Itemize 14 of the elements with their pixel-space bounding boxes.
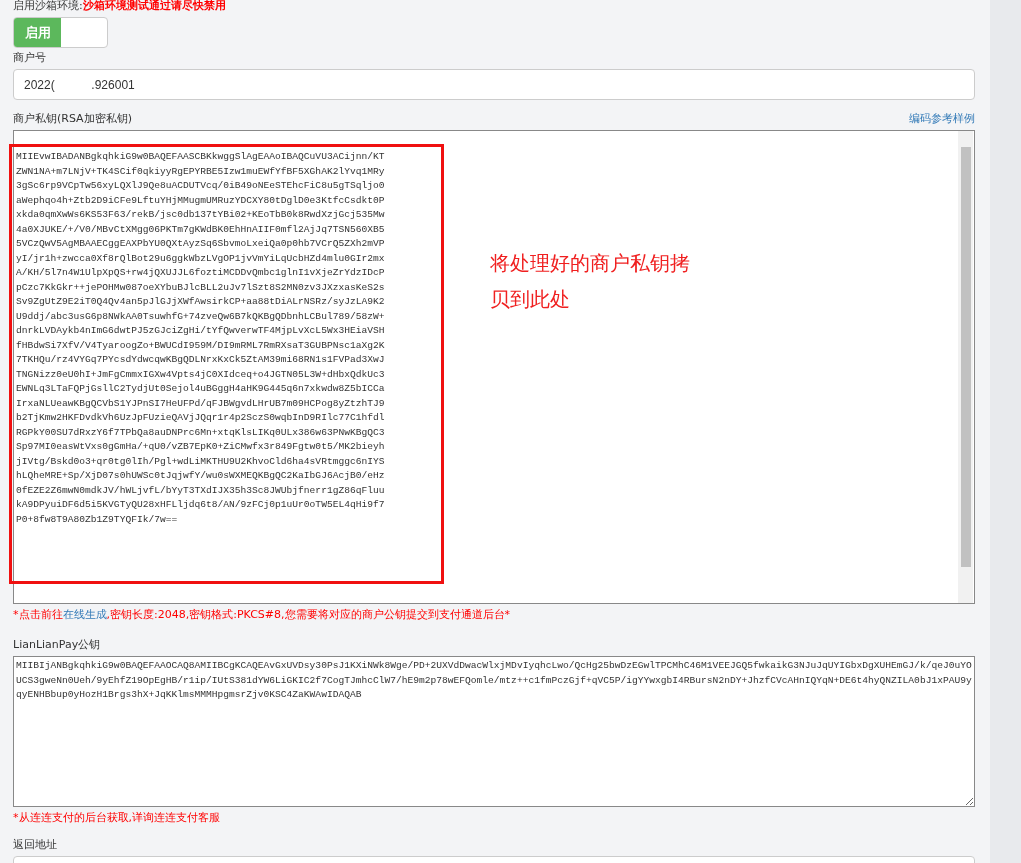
hint-text: *点击前往: [13, 607, 63, 622]
sample-link[interactable]: 编码参考样例: [909, 111, 975, 126]
public-key-field[interactable]: MIIBIjANBgkqhkiG9w0BAQEFAAOCAQ8AMIIBCgKCAQEAvGxUVDsy30PsJ1KXiNWk8Wge/PD+2UXVdDwacWlxjMDvIyqhcLwo/QcHg25bwDzEGwlTPCMhC46M1VEEJGQ5fwkaikG3NJuJqUYIGbxDgXUHEmGJ/k/qeJ0uYOUCS3gweNn0Ueh/9yEhfZ19OpEgHB/r1ip/IUtS381dYW6LiGKIC2f7CogTJmhcClW7/hE9m2p78wEFQomle/mtz++c1fmPczGjf+qVC5P/igYYwxgbI4RBursN2nDY+JhzfCVcAHnIQYqN+DE6t4hyQNZILA0bJ1xPAU9yqyENHBbup0yHozH1Brgs3hX+JqKKlmsMMMHpgmsrZjv0KSC4ZaKWAwIDAQAB: [13, 656, 975, 807]
merchant-id-field[interactable]: 2022( .926001: [13, 69, 975, 100]
field-label: 返回地址: [13, 837, 58, 852]
field-label: LianLianPay公钥: [13, 637, 102, 652]
generate-link[interactable]: 在线生成: [62, 607, 107, 622]
hint-text: ,密钥长度:2048,密钥格式:PKCS#8,您需要将对应的商户公钥提交到支付通道后台*: [106, 607, 511, 622]
field-label: 启用沙箱环境:: [13, 0, 83, 13]
annotation-text: 将处理好的商户私钥拷贝到此处: [490, 250, 691, 313]
field-label: 商户号: [13, 50, 47, 65]
field-label: 商户私钥(RSA加密私钥): [13, 111, 132, 126]
hint-text: *从连连支付的后台获取,详询连连支付客服: [13, 810, 220, 825]
scrollbar[interactable]: [958, 131, 973, 603]
